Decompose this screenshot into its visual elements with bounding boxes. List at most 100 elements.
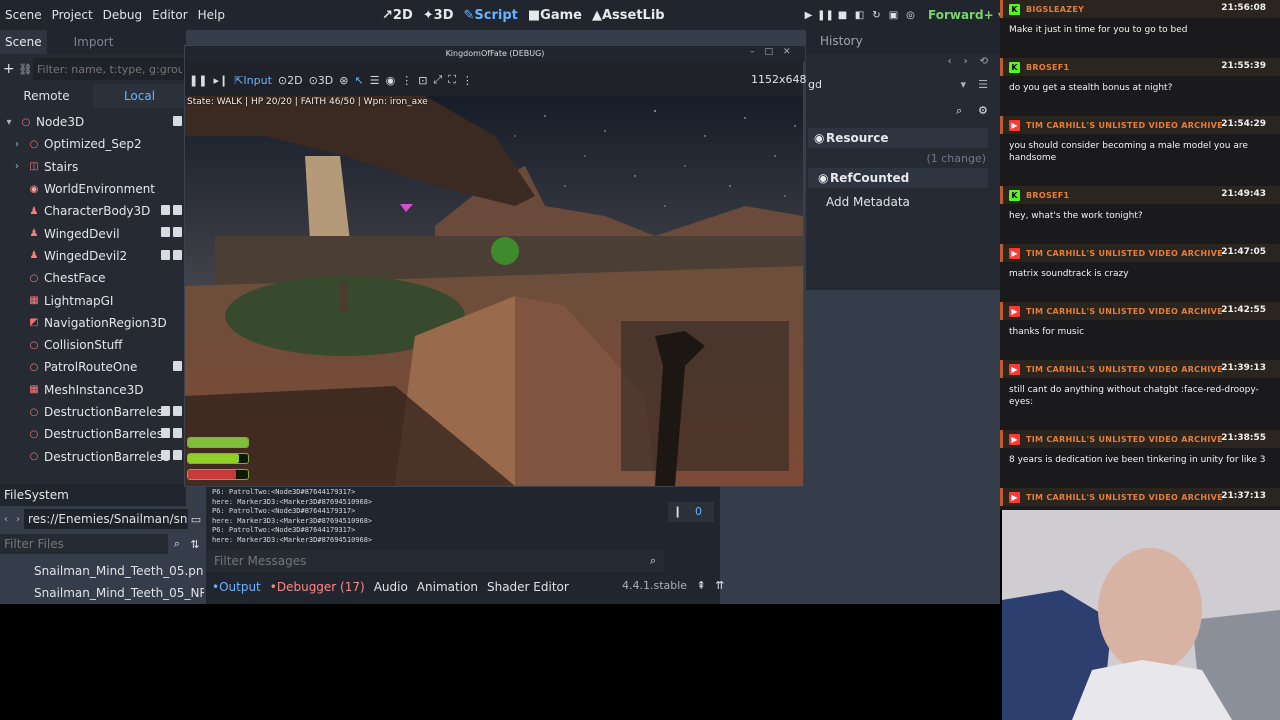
scroll-lock-icon[interactable]: ❙ [673,502,682,522]
tree-node-worldenvironment[interactable]: ◉ WorldEnvironment [0,178,186,200]
script-icon[interactable] [161,205,170,216]
settings-icon[interactable]: ⚙ [978,104,988,117]
expand-arrow-icon[interactable]: › [10,161,24,172]
refcounted-section[interactable]: ◉ RefCounted [808,168,988,188]
tree-node-chestface[interactable]: ○ ChestFace [0,267,186,289]
input-mode-button[interactable]: ⇱Input [234,74,272,87]
tab-audio[interactable]: Audio [374,580,408,594]
chevron-right-icon[interactable]: › [964,56,968,76]
tab-debugger[interactable]: •Debugger (17) [270,580,365,594]
embed-icon[interactable]: ⊡ [418,74,427,87]
visibility-icon[interactable] [173,205,182,216]
tab-shader-editor[interactable]: Shader Editor [487,580,569,594]
visibility-icon[interactable] [173,450,182,461]
tree-node-stairs[interactable]: › ◫ Stairs [0,156,186,178]
tree-node-destructionbarreles[interactable]: ○ DestructionBarreles [0,401,186,423]
tree-node-optimized_sep2[interactable]: › ○ Optimized_Sep2 [0,133,186,155]
menu-editor[interactable]: Editor [147,8,193,22]
play-icon[interactable]: ▶ [800,10,817,21]
script-icon[interactable] [161,249,170,260]
search-icon[interactable]: ⌕ [956,104,962,118]
remote-debug-icon[interactable]: ◧ [851,10,868,21]
tab-output[interactable]: •Output [212,580,261,594]
2d-mode-button[interactable]: ⊙2D [278,74,303,87]
play-scene-icon[interactable]: ▣ [885,10,902,21]
minimize-icon[interactable]: – [750,47,755,57]
tree-node-collisionstuff[interactable]: ○ CollisionStuff [0,334,186,356]
tree-node-meshinstance3d[interactable]: ▦ MeshInstance3D [0,379,186,401]
tree-node-destructionbarreles2[interactable]: ○ DestructionBarreles2 [0,423,186,445]
tab-scene[interactable]: Scene [0,30,47,54]
tree-node-node3d[interactable]: ▾ ○ Node3D [0,111,186,133]
close-icon[interactable]: ✕ [783,47,791,57]
workspace-script[interactable]: ✎Script [460,8,522,23]
menu-debug[interactable]: Debug [98,8,147,22]
split-view-icon[interactable]: ▭ [188,513,204,526]
resource-section[interactable]: ◉ Resource [808,128,988,148]
menu-scene[interactable]: Scene [0,8,47,22]
scene-filter-input[interactable] [33,58,186,80]
script-icon[interactable] [161,428,170,439]
list-icon[interactable]: ☰ [370,74,380,87]
stop-icon[interactable]: ■ [834,10,851,21]
fullscreen-icon[interactable]: ⛶ [448,73,456,87]
workspace-game[interactable]: ■Game [524,8,586,23]
cursor-icon[interactable]: ↖ [354,74,363,87]
script-icon[interactable] [161,450,170,461]
tree-node-destructionbarreles3[interactable]: ○ DestructionBarreles3 [0,445,186,467]
collapse-arrow-icon[interactable]: ▾ [2,117,16,128]
file-item[interactable]: Snailman_Mind_Teeth_05.png [18,560,204,582]
workspace-2d[interactable]: ↗2D [378,8,417,23]
file-item[interactable]: Snailman_Mind_Teeth_05_NR... [18,582,204,604]
script-icon[interactable] [161,405,170,416]
workspace-3d[interactable]: ✦3D [419,8,458,23]
add-node-icon[interactable]: + [0,61,17,77]
next-frame-icon[interactable]: ▸❙ [213,74,228,87]
filesystem-path-field[interactable]: res://Enemies/Snailman/snail_tri [24,509,188,529]
tree-node-patrolrouteone[interactable]: ○ PatrolRouteOne [0,356,186,378]
movie-icon[interactable]: ◎ [902,10,919,21]
tree-node-wingeddevil[interactable]: ♟ WingedDevil [0,222,186,244]
tab-import[interactable]: Import [69,35,119,49]
script-icon[interactable] [161,227,170,238]
game-viewport[interactable]: State: WALK | HP 20/20 | FAITH 46/50 | W… [185,96,803,486]
pause-icon[interactable]: ❚❚ [189,74,207,87]
add-metadata-button[interactable]: Add Metadata [826,195,910,209]
pin-icon[interactable]: ⇞ [697,579,706,592]
script-icon[interactable] [173,361,182,372]
pause-icon[interactable]: ❚❚ [817,10,834,21]
script-icon[interactable] [173,116,182,126]
fit-icon[interactable]: ⤢ [433,73,442,87]
maximize-icon[interactable]: □ [765,47,774,57]
select-icon[interactable]: ⊛ [339,74,348,87]
local-button[interactable]: Local [93,84,186,108]
expand-arrow-icon[interactable]: › [10,139,24,150]
filter-messages-input[interactable] [206,550,642,572]
filter-files-input[interactable] [0,534,168,554]
history-icon[interactable]: ⟲ [980,56,988,76]
options-icon[interactable]: ⋮ [462,74,473,87]
expand-panel-icon[interactable]: ⇈ [715,579,724,592]
chevron-left-icon[interactable]: ‹ [0,514,12,525]
3d-mode-button[interactable]: ⊙3D [309,74,334,87]
tree-node-wingeddevil2[interactable]: ♟ WingedDevil2 [0,245,186,267]
chevron-left-icon[interactable]: ‹ [948,56,952,76]
camera-icon[interactable]: ◉ [386,74,396,87]
visibility-icon[interactable] [173,227,182,238]
tab-animation[interactable]: Animation [417,580,478,594]
visibility-icon[interactable] [173,405,182,416]
sort-icon[interactable]: ⇅ [186,538,204,551]
workspace-assetlib[interactable]: ▲AssetLib [588,8,669,23]
menu-help[interactable]: Help [193,8,230,22]
inspector-object[interactable]: gd ▾ ☰ [806,78,1000,96]
menu-project[interactable]: Project [47,8,98,22]
renderer-select[interactable]: Forward+ ▾ [928,0,1000,30]
remote-button[interactable]: Remote [0,84,93,108]
tree-node-lightmapgi[interactable]: ▦ LightmapGI [0,289,186,311]
reload-icon[interactable]: ↻ [868,10,885,21]
tab-history[interactable]: History [820,34,863,48]
tree-node-navigationregion3d[interactable]: ◩ NavigationRegion3D [0,312,186,334]
more-icon[interactable]: ⋮ [401,74,412,87]
tree-node-characterbody3d[interactable]: ♟ CharacterBody3D [0,200,186,222]
chevron-right-icon[interactable]: › [12,514,24,525]
